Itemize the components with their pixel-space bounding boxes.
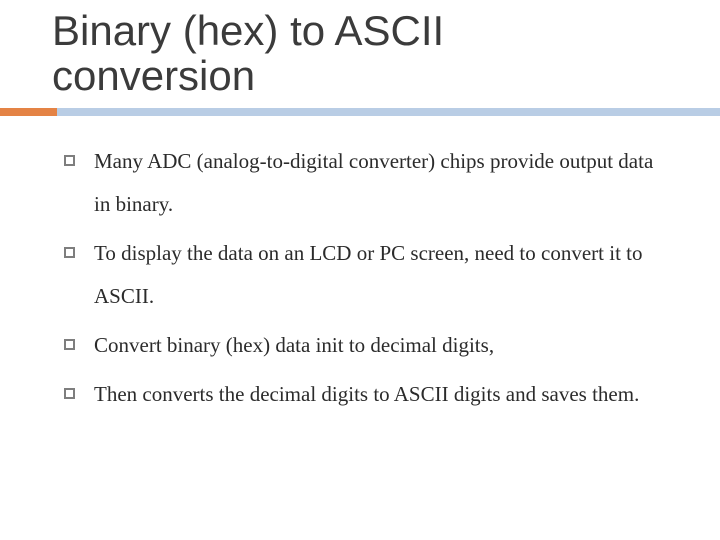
bullet-text: To display the data on an LCD or PC scre… xyxy=(94,241,642,308)
title-underline xyxy=(0,108,720,116)
list-item: Many ADC (analog-to-digital converter) c… xyxy=(64,140,674,226)
bullet-list: Many ADC (analog-to-digital converter) c… xyxy=(64,140,674,416)
bullet-text: Many ADC (analog-to-digital converter) c… xyxy=(94,149,653,216)
bullet-text: Convert binary (hex) data init to decima… xyxy=(94,333,494,357)
bullet-text: Then converts the decimal digits to ASCI… xyxy=(94,382,639,406)
list-item: Then converts the decimal digits to ASCI… xyxy=(64,373,674,416)
list-item: Convert binary (hex) data init to decima… xyxy=(64,324,674,367)
slide-title: Binary (hex) to ASCII conversion xyxy=(52,8,652,99)
content-area: Many ADC (analog-to-digital converter) c… xyxy=(64,140,674,422)
list-item: To display the data on an LCD or PC scre… xyxy=(64,232,674,318)
slide: Binary (hex) to ASCII conversion Many AD… xyxy=(0,0,720,540)
title-accent xyxy=(0,108,57,116)
